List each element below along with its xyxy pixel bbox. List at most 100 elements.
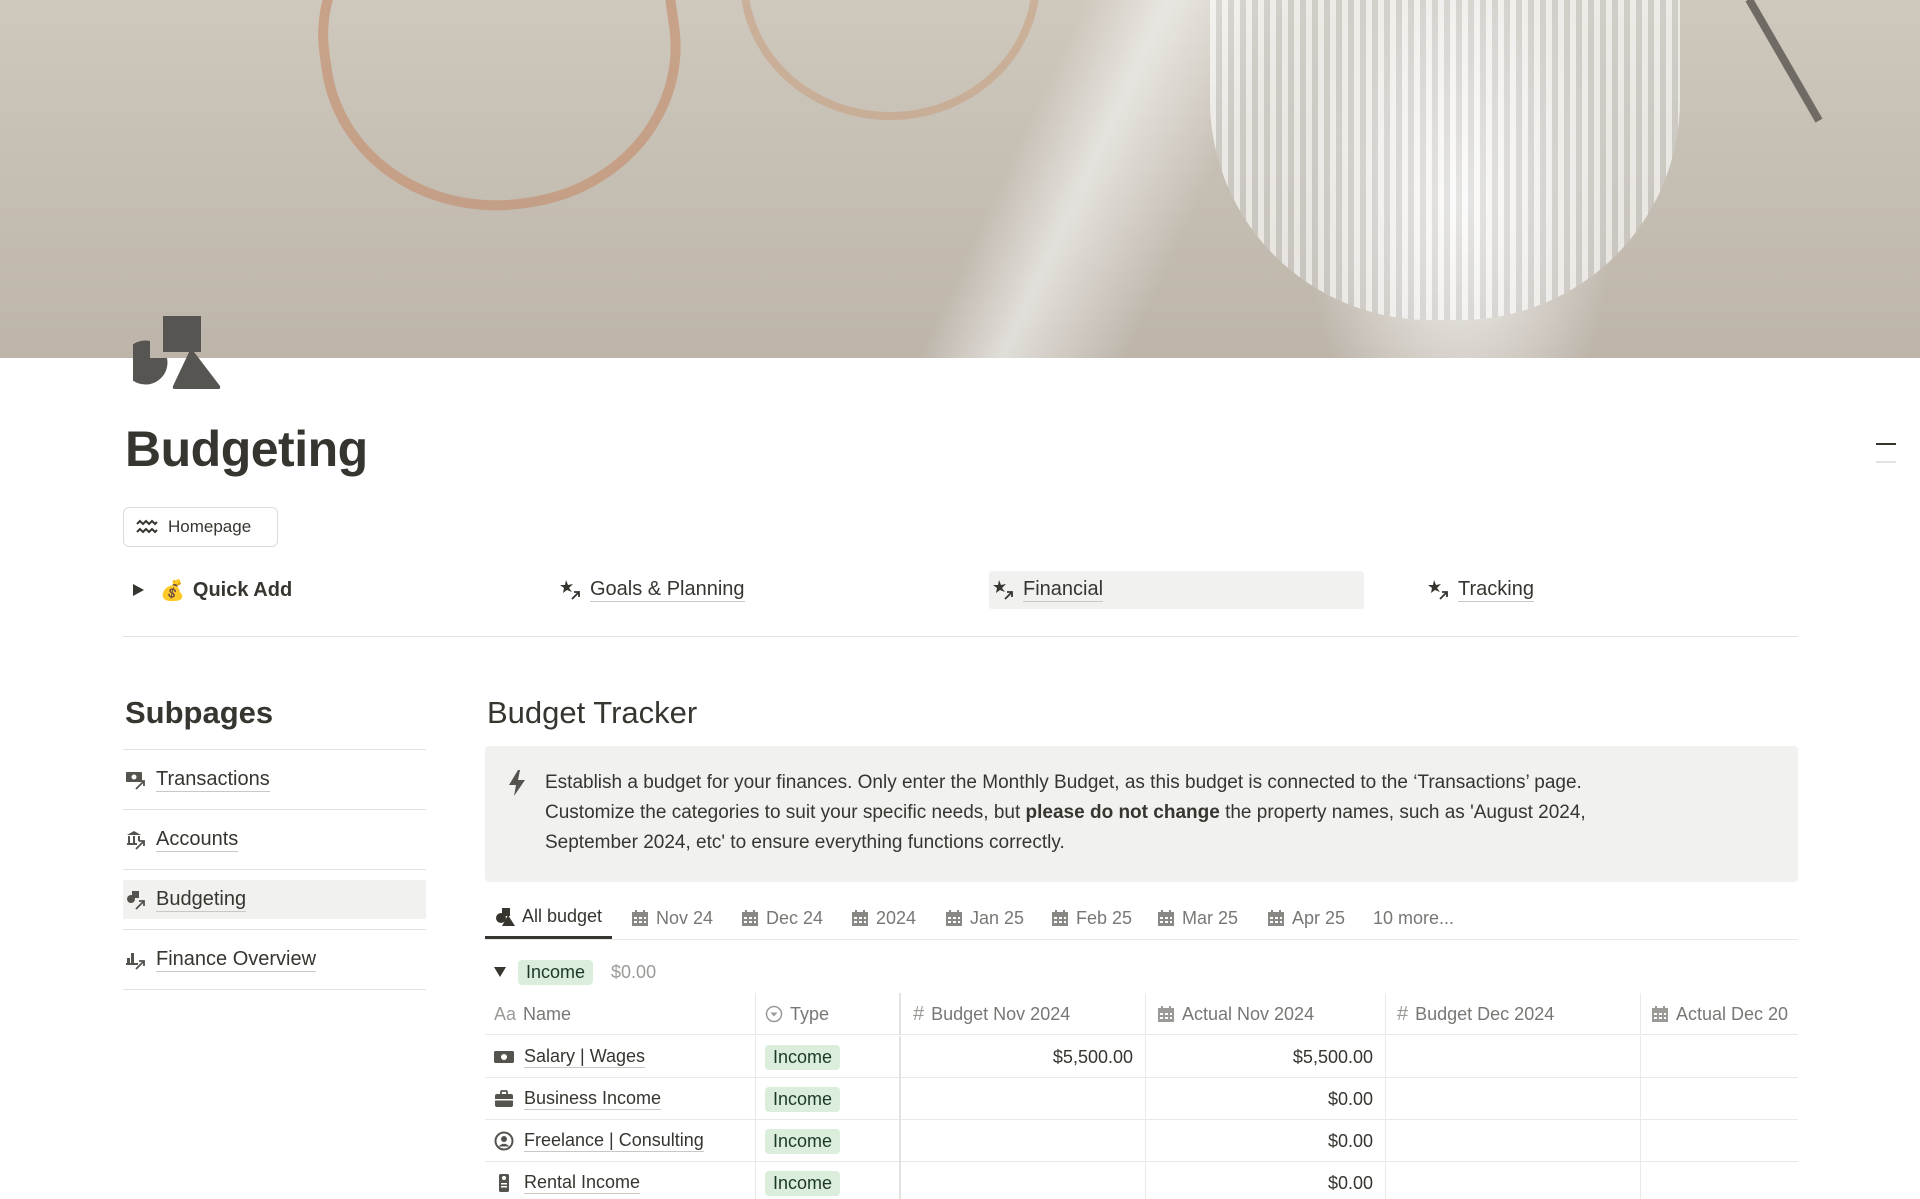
tab-apr-25[interactable]: Apr 25 (1267, 897, 1345, 939)
calendar-icon (1651, 1005, 1669, 1023)
name-cell[interactable]: Rental Income (485, 1162, 753, 1199)
actual-dec-cell[interactable] (1642, 1078, 1792, 1120)
column-label: Type (790, 1003, 830, 1024)
subpage-finance-overview[interactable]: Finance Overview (123, 930, 426, 989)
group-sum: $0.00 (611, 961, 657, 982)
budget-dec-cell[interactable] (1387, 1120, 1627, 1162)
table-row[interactable]: Freelance | Consulting Income $0.00 (485, 1120, 1798, 1162)
quick-add-toggle[interactable]: 💰 Quick Add (123, 571, 292, 609)
column-header-budget-dec[interactable]: # Budget Dec 2024 (1397, 993, 1637, 1035)
type-cell[interactable]: Income (765, 1162, 895, 1199)
column-divider (1385, 1036, 1386, 1078)
type-cell[interactable]: Income (765, 1078, 895, 1120)
column-divider (1145, 1120, 1146, 1162)
subpages-list: Transactions Accounts Budgeting Finance … (123, 749, 426, 990)
actual-dec-cell[interactable] (1642, 1162, 1792, 1199)
toggle-arrow-icon[interactable] (133, 584, 144, 596)
nav-link-financial[interactable]: Financial (989, 571, 1364, 609)
callout-bold-text: please do not change (1025, 802, 1220, 823)
linked-page-icon (1428, 579, 1450, 601)
subpage-label: Finance Overview (156, 947, 317, 972)
column-header-actual-dec[interactable]: Actual Dec 20 (1651, 993, 1798, 1035)
nav-link-tracking[interactable]: Tracking (1428, 571, 1534, 609)
name-cell[interactable]: Freelance | Consulting (485, 1120, 753, 1162)
budget-nov-cell[interactable] (901, 1162, 1133, 1199)
column-divider (755, 1078, 756, 1120)
column-divider (1145, 993, 1146, 1035)
budget-dec-cell[interactable] (1387, 1036, 1627, 1078)
table-row[interactable]: Business Income Income $0.00 (485, 1078, 1798, 1120)
tab-dec-24[interactable]: Dec 24 (741, 897, 823, 939)
column-divider (1385, 1162, 1386, 1199)
more-tabs-button[interactable]: 10 more... (1373, 897, 1454, 939)
laptop-edge (1745, 0, 1823, 123)
nav-link-goals-planning[interactable]: Goals & Planning (560, 571, 745, 609)
frozen-column-divider (899, 993, 901, 1035)
table-row[interactable]: Rental Income Income $0.00 (485, 1162, 1798, 1199)
column-label: Actual Nov 2024 (1182, 1003, 1315, 1024)
actual-dec-cell[interactable] (1642, 1120, 1792, 1162)
actual-nov-cell[interactable]: $0.00 (1147, 1120, 1373, 1162)
column-divider (755, 1120, 756, 1162)
subpage-accounts[interactable]: Accounts (123, 810, 426, 869)
tab-label: 2024 (876, 907, 917, 928)
table-of-contents-marker[interactable] (1876, 443, 1896, 445)
view-tabs: All budget Nov 24 Dec 24 2024 Jan 25 Feb… (485, 897, 1798, 940)
tab-mar-25[interactable]: Mar 25 (1157, 897, 1238, 939)
collapse-toggle-icon[interactable] (494, 967, 506, 977)
tab-feb-25[interactable]: Feb 25 (1051, 897, 1132, 939)
actual-nov-cell[interactable]: $0.00 (1147, 1162, 1373, 1199)
budget-nov-cell[interactable] (901, 1120, 1133, 1162)
cover-image (0, 0, 1920, 358)
homepage-button[interactable]: Homepage (123, 507, 278, 547)
actual-nov-cell[interactable]: $5,500.00 (1147, 1036, 1373, 1078)
name-cell[interactable]: Business Income (485, 1078, 753, 1120)
lightning-bolt-icon (507, 770, 527, 796)
waves-icon (136, 519, 158, 535)
name-cell[interactable]: Salary | Wages (485, 1036, 753, 1078)
group-tag: Income (518, 959, 594, 985)
column-header-actual-nov[interactable]: Actual Nov 2024 (1157, 993, 1372, 1035)
callout-text: the property names, such as 'August 2024… (1219, 802, 1586, 823)
tab-jan-25[interactable]: Jan 25 (945, 897, 1024, 939)
glass-cup (1210, 0, 1680, 320)
door-hanger-icon (494, 1173, 514, 1193)
nav-link-label: Tracking (1458, 578, 1534, 602)
money-bag-icon: 💰 (160, 579, 185, 602)
column-divider (1640, 993, 1641, 1035)
budget-dec-cell[interactable] (1387, 1078, 1627, 1120)
column-divider (1385, 1078, 1386, 1120)
select-property-icon (765, 1005, 783, 1023)
bank-link-icon (126, 830, 148, 850)
type-cell[interactable]: Income (765, 1036, 895, 1078)
column-label: Budget Nov 2024 (931, 1003, 1071, 1024)
calendar-icon (851, 909, 869, 927)
column-divider (1385, 993, 1386, 1035)
table-of-contents-marker[interactable] (1876, 461, 1896, 463)
row-name: Salary | Wages (524, 1046, 646, 1068)
table-row[interactable]: Salary | Wages Income $5,500.00 $5,500.0… (485, 1036, 1798, 1078)
tab-all-budget[interactable]: All budget (485, 897, 613, 939)
more-tabs-label: 10 more... (1373, 907, 1455, 928)
column-header-budget-nov[interactable]: # Budget Nov 2024 (913, 993, 1128, 1035)
tab-nov-24[interactable]: Nov 24 (631, 897, 713, 939)
actual-dec-cell[interactable] (1642, 1036, 1792, 1078)
budget-dec-cell[interactable] (1387, 1162, 1627, 1199)
divider (123, 869, 426, 870)
type-cell[interactable]: Income (765, 1120, 895, 1162)
linked-page-icon (993, 579, 1015, 601)
actual-nov-cell[interactable]: $0.00 (1147, 1078, 1373, 1120)
column-header-type[interactable]: Type (765, 993, 895, 1035)
page-title: Budgeting (125, 421, 368, 477)
budget-nov-cell[interactable]: $5,500.00 (901, 1036, 1133, 1078)
calendar-icon (1267, 909, 1285, 927)
shapes-icon[interactable] (133, 316, 223, 390)
subpage-transactions[interactable]: Transactions (123, 750, 426, 809)
number-property-icon: # (913, 1002, 925, 1025)
column-header-name[interactable]: Aa Name (494, 993, 734, 1035)
tab-2024[interactable]: 2024 (851, 897, 916, 939)
subpage-budgeting[interactable]: Budgeting (123, 880, 426, 919)
divider (123, 636, 1798, 637)
budget-nov-cell[interactable] (901, 1078, 1133, 1120)
nav-link-label: Goals & Planning (590, 578, 745, 602)
